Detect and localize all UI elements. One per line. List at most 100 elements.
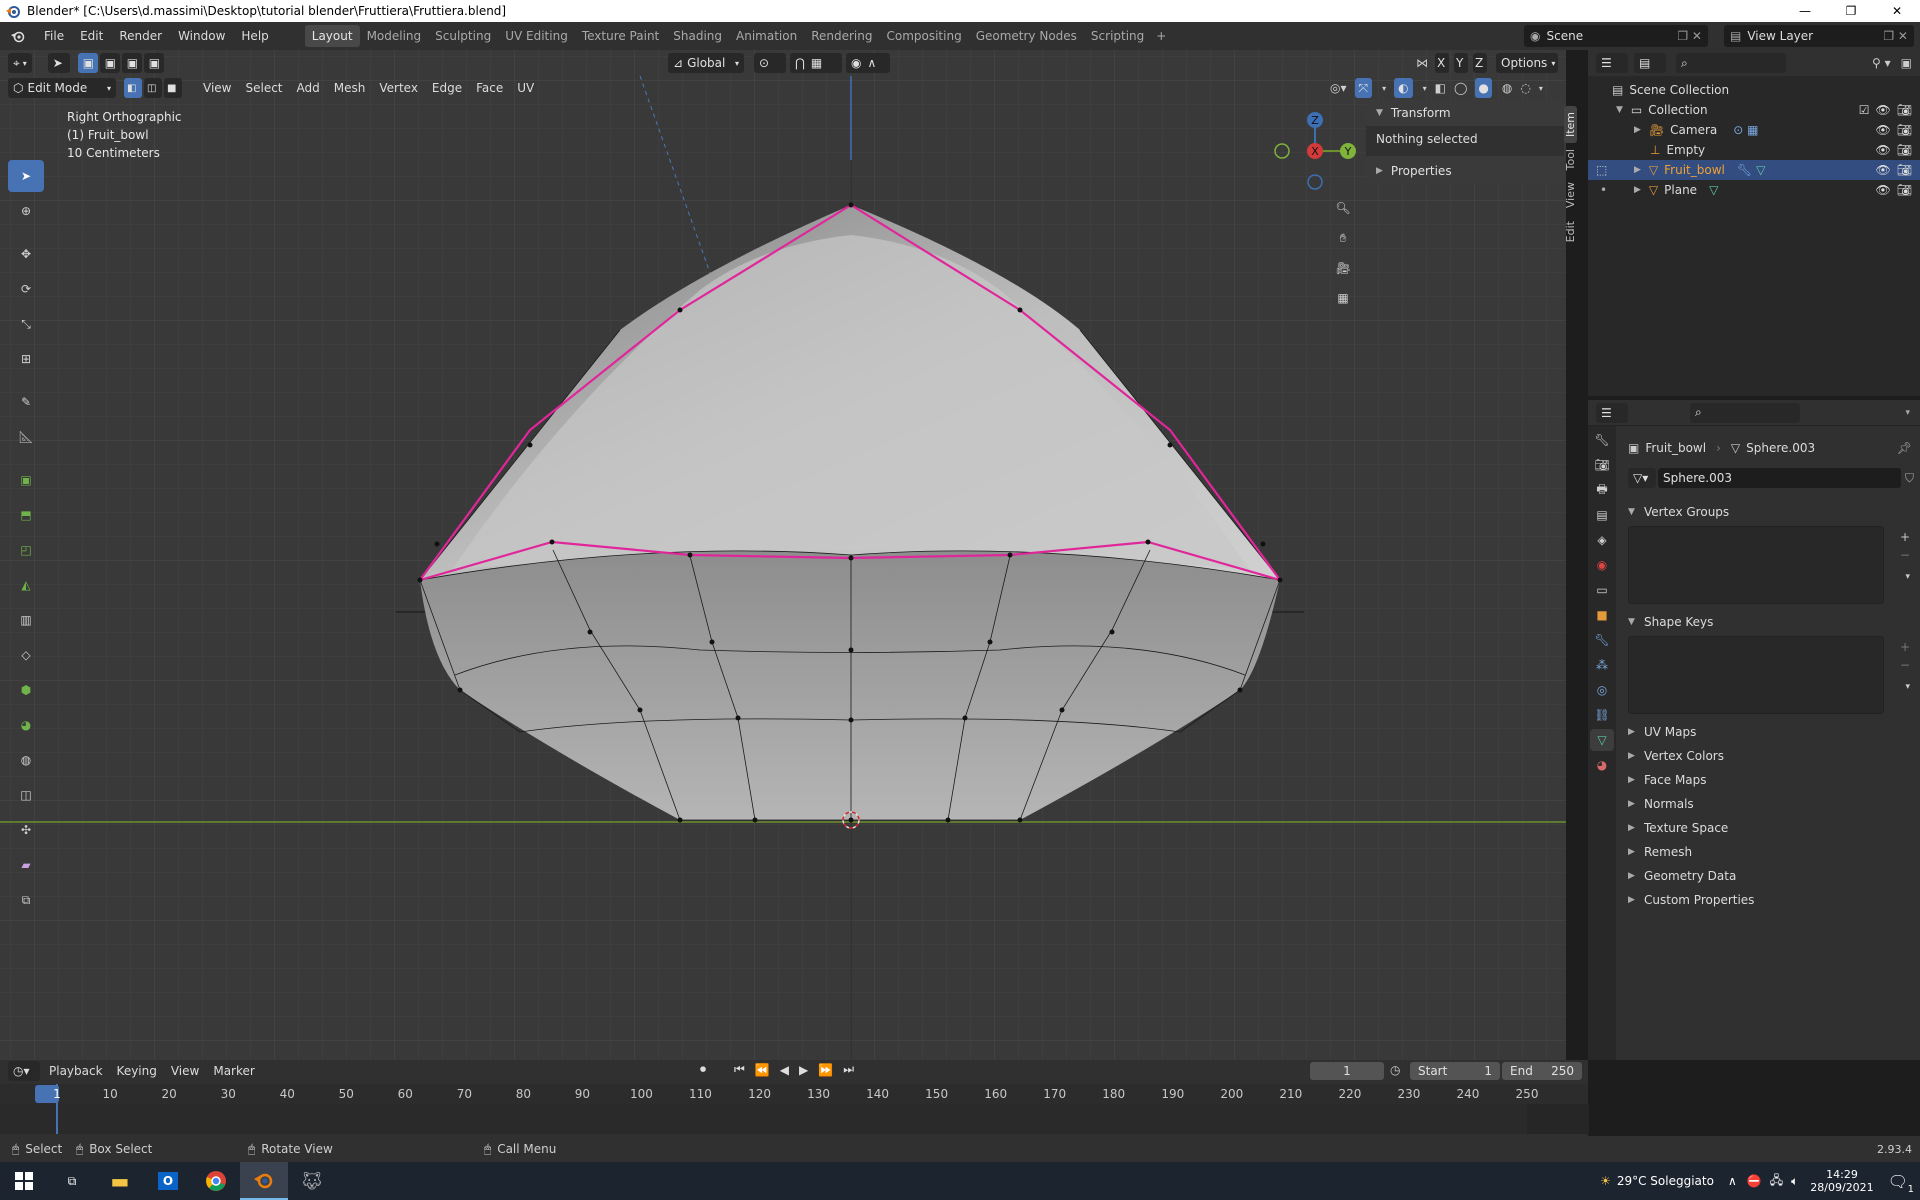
uv-maps-panel-header[interactable]: ▶ UV Maps [1618,720,1920,744]
play-reverse-icon[interactable]: ◀ [780,1063,789,1077]
mirror-x-toggle[interactable]: X [1435,53,1449,73]
remove-vertex-group-icon[interactable]: − [1900,548,1910,562]
fruit-bowl-render-icon[interactable]: 📷︎ [1897,163,1912,177]
edge-select-mode[interactable]: ◫ [144,78,162,98]
tool-scale[interactable]: ⤡ [8,308,44,340]
options-dropdown[interactable]: Options ▾ [1496,53,1558,73]
select-subtract-button[interactable]: ▣ [121,53,142,73]
viewport-menu-add[interactable]: Add [290,78,327,98]
timeline-menu-view[interactable]: View [164,1061,206,1081]
shape-keys-list[interactable] [1628,636,1884,714]
outliner-item-empty[interactable]: ⊥ Empty 👁︎ 📷︎ [1588,140,1920,160]
outliner-item-fruit-bowl[interactable]: ⬚ ▶ ▽ Fruit_bowl 🔧︎ ▽ 👁︎ 📷︎ [1588,160,1920,180]
tab-collection-props[interactable]: ▭ [1590,579,1614,601]
face-maps-panel-header[interactable]: ▶ Face Maps [1618,768,1920,792]
ortho-toggle-button[interactable]: ▦ [1330,285,1356,311]
tab-constraints-props[interactable]: ⛓︎ [1590,704,1614,726]
viewport-menu-face[interactable]: Face [469,78,510,98]
new-collection-icon[interactable]: ▣ [1901,56,1912,70]
blender-menu-icon[interactable] [8,26,28,46]
tool-move[interactable]: ✥ [8,238,44,270]
properties-editor-type[interactable]: ☰ [1596,402,1628,423]
tab-modifier-props[interactable]: 🔧︎ [1590,629,1614,651]
remesh-panel-header[interactable]: ▶ Remesh [1618,840,1920,864]
view-layer-selector[interactable]: ▤ View Layer ❐ ✕ [1724,25,1914,47]
file-explorer-button[interactable]: ▬ [96,1162,144,1200]
record-icon[interactable]: ⏺ [700,1062,706,1077]
pan-button[interactable]: ✋︎ [1330,225,1356,251]
tab-object-props[interactable]: ■ [1590,604,1614,626]
preview-range-icon[interactable]: ◷ [1390,1063,1400,1077]
expand-icon[interactable]: ▶ [1634,125,1641,135]
vertex-select-mode[interactable]: ◧ [124,78,142,98]
timeline-menu-marker[interactable]: Marker [206,1061,261,1081]
sidebar-tab-tool[interactable]: Tool [1564,143,1577,176]
select-extend-button[interactable]: ▣ [99,53,120,73]
tab-uv-editing[interactable]: UV Editing [498,25,575,47]
timeline-ruler[interactable]: 1 10 20 30 40 50 60 70 80 90 100 110 120 130 140 150 160… [0,1084,1588,1104]
transform-panel-header[interactable]: ▼ Transform [1366,100,1564,126]
menu-edit[interactable]: Edit [72,25,111,47]
gizmo-toggle[interactable]: ⤧ [1354,78,1373,98]
jump-keyframe-back-icon[interactable]: ⏪ [755,1063,770,1077]
plane-eye-icon[interactable]: 👁︎ [1876,183,1891,197]
mirror-y-toggle[interactable]: Y [1454,53,1468,73]
viewport-menu-edge[interactable]: Edge [425,78,469,98]
view-layer-copy-icon[interactable]: ❐ ✕ [1883,29,1908,43]
tab-tool-props[interactable]: 🔧︎ [1590,429,1614,451]
tool-inset[interactable]: ◰ [8,534,44,566]
geometry-data-panel-header[interactable]: ▶ Geometry Data [1618,864,1920,888]
timeline-menu-keying[interactable]: Keying [110,1061,164,1081]
tool-annotate[interactable]: ✎ [8,386,44,418]
zoom-button[interactable]: 🔍︎ [1330,195,1356,221]
tool-select-box[interactable]: ➤ [8,160,44,192]
edit-mode-toggle-icon[interactable]: ⬚ [1596,163,1607,177]
overlay-dropdown-icon[interactable]: ▾ [1423,84,1427,93]
outliner-scene-collection[interactable]: ▤ Scene Collection [1588,80,1920,100]
camera-view-button[interactable]: 🎥︎ [1330,255,1356,281]
start-frame-field[interactable]: Start 1 [1410,1062,1500,1080]
tab-geometry-nodes[interactable]: Geometry Nodes [969,25,1084,47]
tab-compositing[interactable]: Compositing [879,25,968,47]
tool-spin[interactable]: ◕ [8,709,44,741]
wireframe-shading-icon[interactable]: ◯ [1454,81,1467,95]
tool-extrude[interactable]: ⬒ [8,499,44,531]
jump-keyframe-forward-icon[interactable]: ⏩ [818,1063,833,1077]
antivirus-icon[interactable]: ⛔ [1747,1174,1762,1188]
filter-icon[interactable]: ⚲ ▾ [1872,56,1891,70]
outliner-search-input[interactable]: ⌕ [1676,53,1786,73]
scene-selector[interactable]: ◉ Scene ❐ ✕ [1524,25,1708,47]
mesh-name-field[interactable]: Sphere.003 [1658,468,1901,488]
sidebar-tab-view[interactable]: View [1564,176,1577,214]
select-new-button[interactable]: ▣ [77,53,98,73]
tab-scripting[interactable]: Scripting [1084,25,1151,47]
viewport-menu-view[interactable]: View [196,78,238,98]
network-icon[interactable]: 🖧︎ [1770,1171,1783,1192]
collection-eye-icon[interactable]: 👁︎ [1876,103,1891,117]
fruit-bowl-eye-icon[interactable]: 👁︎ [1876,163,1891,177]
empty-eye-icon[interactable]: 👁︎ [1876,143,1891,157]
solid-shading-button[interactable]: ● [1475,78,1492,98]
navigation-gizmo[interactable]: Z X Y [1270,110,1360,200]
material-shading-icon[interactable]: ◍ [1502,81,1512,95]
tool-loop-cut[interactable]: ▥ [8,604,44,636]
tab-texture-paint[interactable]: Texture Paint [575,25,666,47]
texture-space-panel-header[interactable]: ▶ Texture Space [1618,816,1920,840]
viewport-menu-select[interactable]: Select [238,78,289,98]
empty-render-icon[interactable]: 📷︎ [1897,143,1912,157]
camera-eye-icon[interactable]: 👁︎ [1876,123,1891,137]
timeline-editor-type[interactable]: ◷▾ [8,1061,40,1081]
visibility-icon[interactable]: ◎▾ [1330,81,1347,95]
tweak-tool-button[interactable]: ➤ [47,53,70,73]
custom-properties-panel-header[interactable]: ▶ Custom Properties [1618,888,1920,912]
task-view-button[interactable]: ⧉ [48,1162,96,1200]
add-shape-key-icon[interactable]: + [1900,640,1910,654]
shape-key-specials-icon[interactable]: ▾ [1905,682,1910,692]
plane-render-icon[interactable]: 📷︎ [1897,183,1912,197]
timeline-menu-playback[interactable]: Playback [42,1061,110,1081]
notifications-button[interactable]: 🗨︎ 1 [1888,1172,1914,1195]
face-select-mode[interactable]: ■ [164,78,182,98]
start-button[interactable] [0,1162,48,1200]
minimize-button[interactable]: — [1782,0,1828,22]
mesh-browse-button[interactable]: ▽▾ [1628,468,1656,488]
